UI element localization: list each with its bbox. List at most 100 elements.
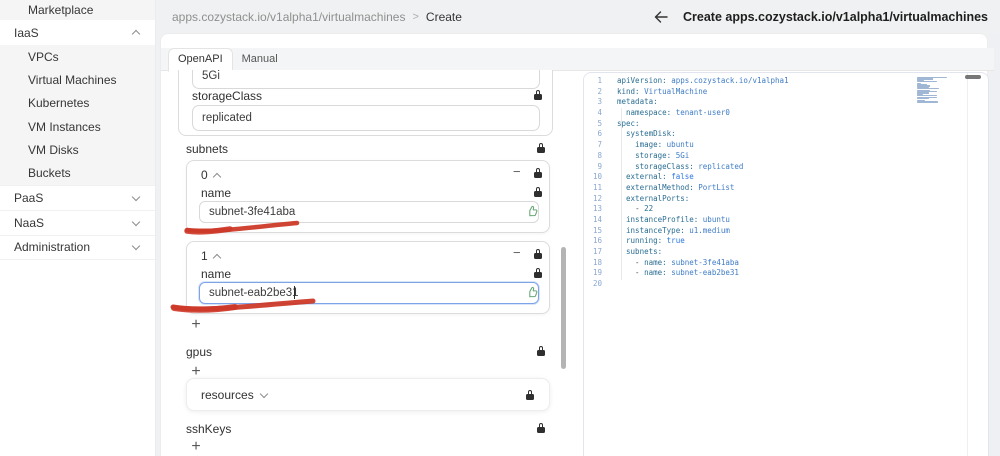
sidebar-item-label: PaaS: [14, 190, 44, 205]
sidebar-item-label: Virtual Machines: [28, 72, 117, 87]
page-background-strip: [989, 33, 1000, 456]
line-number: 13: [592, 204, 602, 214]
sidebar-item-marketplace[interactable]: Marketplace: [0, 0, 155, 20]
chevron-down-icon: [131, 217, 141, 227]
line-number: 20: [592, 279, 602, 289]
lock-icon[interactable]: [526, 390, 535, 400]
subnet-1-name-input[interactable]: [199, 282, 539, 304]
remove-subnet-0-button[interactable]: −: [513, 164, 521, 179]
lock-icon[interactable]: [534, 90, 543, 100]
text-cursor: [294, 286, 295, 299]
lock-icon[interactable]: [537, 346, 546, 356]
code-line: 8 storage: 5Gi: [584, 151, 988, 162]
subnet-item-0-header[interactable]: 0: [201, 167, 221, 183]
yaml-editor[interactable]: 1 apiVersion: apps.cozystack.io/v1alpha1 2…: [583, 72, 989, 456]
chevron-up-icon: [131, 29, 141, 39]
sidebar-item-paas[interactable]: PaaS: [0, 184, 155, 210]
code-line: 6 systemDisk:: [584, 129, 988, 140]
resources-label: resources: [201, 387, 254, 402]
sshkeys-label: sshKeys: [186, 422, 232, 436]
line-number: 17: [592, 247, 602, 256]
sidebar-item-buckets[interactable]: Buckets: [0, 161, 155, 185]
line-number: 15: [592, 225, 602, 235]
sidebar-item-naas[interactable]: NaaS: [0, 209, 155, 235]
line-number: 10: [592, 172, 602, 182]
code-area: 1 apiVersion: apps.cozystack.io/v1alpha1 2…: [584, 76, 988, 290]
code-line: 7 image: ubuntu: [584, 140, 988, 151]
chevron-down-icon: [131, 242, 141, 251]
line-number: 3: [597, 97, 602, 107]
sidebar-item-label: Kubernetes: [28, 96, 90, 111]
storage-size-input[interactable]: [192, 70, 540, 89]
code-line: 19 - name: subnet-eab2be31: [584, 268, 988, 279]
minimap-slider[interactable]: [965, 75, 981, 79]
tab-openapi[interactable]: OpenAPI: [168, 47, 233, 72]
chevron-down-icon: [259, 389, 268, 398]
storage-class-label: storageClass: [192, 89, 263, 103]
sidebar-item-virtual-machines[interactable]: Virtual Machines: [0, 68, 155, 92]
line-number: 7: [597, 140, 602, 150]
lock-icon[interactable]: [534, 249, 543, 259]
breadcrumb-path[interactable]: apps.cozystack.io/v1alpha1/virtualmachin…: [172, 10, 405, 24]
minimap[interactable]: [917, 77, 953, 105]
chevron-up-icon: [212, 172, 221, 181]
name-label: name: [201, 267, 232, 281]
sidebar-item-kubernetes[interactable]: Kubernetes: [0, 91, 155, 115]
sidebar-item-label: VM Instances: [28, 119, 101, 134]
remove-subnet-1-button[interactable]: −: [513, 245, 521, 260]
code-line: 20: [584, 279, 988, 290]
name-label: name: [201, 186, 232, 200]
form-panel: storageClass subnets 0 − name 1 −: [160, 70, 572, 456]
sidebar-item-label: IaaS: [14, 25, 39, 40]
code-line: 17 subnets:: [584, 247, 988, 258]
lock-icon[interactable]: [534, 187, 543, 197]
thumbs-up-icon: [526, 286, 539, 299]
storage-class-input[interactable]: [192, 105, 540, 131]
sidebar: Marketplace IaaS VPCs Virtual Machines Kuber…: [0, 0, 156, 456]
sidebar-item-vm-disks[interactable]: VM Disks: [0, 138, 155, 162]
line-number: 1: [597, 76, 602, 85]
add-subnet-button[interactable]: +: [188, 316, 204, 334]
editor-scrollbar-rail: [967, 73, 988, 456]
line-number: 4: [597, 108, 602, 118]
app-window: apps.cozystack.io/v1alpha1/virtualmachin…: [0, 0, 1000, 456]
code-line: 13 - 22: [584, 204, 988, 215]
tab-bar: OpenAPI Manual: [161, 47, 994, 72]
gpus-label: gpus: [186, 345, 213, 359]
lock-icon[interactable]: [537, 143, 546, 153]
line-number: 18: [592, 257, 602, 267]
page-title-group: Create apps.cozystack.io/v1alpha1/virtua…: [654, 10, 988, 24]
back-arrow-icon[interactable]: [654, 10, 668, 23]
line-number: 14: [592, 214, 602, 224]
code-line: 18 - name: subnet-3fe41aba: [584, 258, 988, 269]
subnet-item-1-header[interactable]: 1: [201, 248, 221, 264]
sidebar-item-administration[interactable]: Administration: [0, 234, 155, 260]
top-header: apps.cozystack.io/v1alpha1/virtualmachin…: [156, 0, 1000, 33]
lock-icon[interactable]: [537, 423, 546, 433]
add-sshkey-button[interactable]: +: [188, 438, 204, 456]
resources-card[interactable]: resources: [186, 378, 550, 411]
lock-icon[interactable]: [534, 268, 543, 278]
code-line: 12 externalPorts:: [584, 194, 988, 205]
line-number: 16: [592, 236, 602, 246]
item-index: 1: [201, 249, 208, 263]
lock-icon[interactable]: [534, 168, 543, 178]
code-line: 11 externalMethod: PortList: [584, 183, 988, 194]
sidebar-item-iaas[interactable]: IaaS: [0, 20, 155, 45]
minimap-line: [917, 102, 939, 104]
sidebar-item-label: VPCs: [28, 49, 59, 64]
code-line: 5 spec:: [584, 119, 988, 130]
line-number: 8: [597, 150, 602, 160]
sidebar-item-vm-instances[interactable]: VM Instances: [0, 114, 155, 139]
code-line: 10 external: false: [584, 172, 988, 183]
indent-guide: [621, 108, 622, 280]
sidebar-item-vpcs[interactable]: VPCs: [0, 45, 155, 69]
code-line: 4 namespace: tenant-user0: [584, 108, 988, 119]
line-number: 9: [597, 161, 602, 171]
tab-manual[interactable]: Manual: [233, 48, 287, 70]
form-scrollbar[interactable]: [561, 247, 566, 369]
subnet-0-name-input[interactable]: [199, 201, 539, 223]
sidebar-item-label: Buckets: [28, 166, 71, 181]
line-number: 12: [592, 193, 602, 203]
chevron-up-icon: [212, 253, 221, 262]
